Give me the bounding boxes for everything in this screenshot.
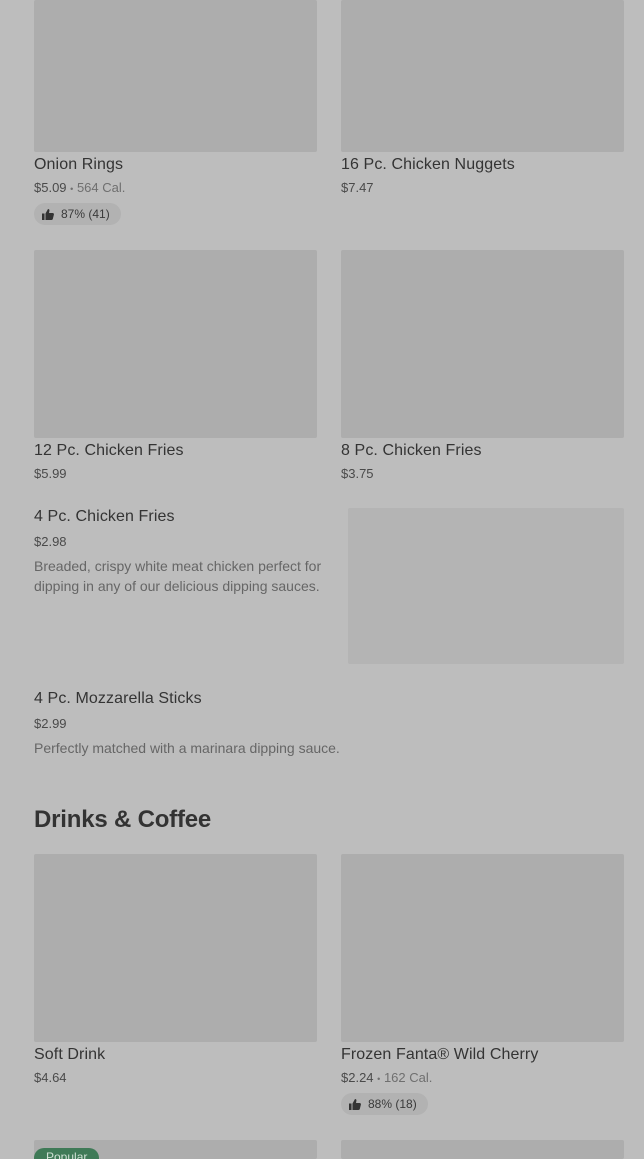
item-price: $3.75 bbox=[341, 466, 374, 481]
item-image-4pc-chicken-fries[interactable] bbox=[348, 508, 624, 664]
item-price-line: $5.09 • 564 Cal. bbox=[34, 180, 125, 195]
item-description: Breaded, crispy white meat chicken perfe… bbox=[34, 558, 322, 594]
rating-badge: 88% (18) bbox=[341, 1093, 428, 1115]
item-description: Perfectly matched with a marinara dippin… bbox=[34, 740, 340, 756]
rating-text: 87% (41) bbox=[61, 207, 110, 221]
item-price-line: $2.24 • 162 Cal. bbox=[341, 1070, 432, 1085]
item-price: $4.64 bbox=[34, 1070, 67, 1085]
item-price: $2.24 bbox=[341, 1070, 374, 1085]
item-image-onion-rings[interactable] bbox=[34, 0, 317, 152]
item-image-12pc-chicken-fries[interactable] bbox=[34, 250, 317, 438]
thumbs-up-icon bbox=[42, 208, 54, 220]
item-image-chicken-nuggets[interactable] bbox=[341, 0, 624, 152]
thumbs-up-icon bbox=[349, 1098, 361, 1110]
separator: • bbox=[70, 184, 74, 194]
rating-text: 88% (18) bbox=[368, 1097, 417, 1111]
item-title[interactable]: 8 Pc. Chicken Fries bbox=[341, 442, 482, 460]
item-price: $5.99 bbox=[34, 466, 67, 481]
item-image-next-right[interactable] bbox=[341, 1140, 624, 1159]
item-title[interactable]: 12 Pc. Chicken Fries bbox=[34, 442, 184, 460]
item-title[interactable]: Soft Drink bbox=[34, 1046, 105, 1064]
item-calories: 162 Cal. bbox=[383, 1070, 433, 1085]
item-image-frozen-fanta[interactable] bbox=[341, 854, 624, 1042]
item-price: $2.98 bbox=[34, 534, 67, 549]
item-price: $7.47 bbox=[341, 180, 374, 195]
item-title[interactable]: 4 Pc. Mozzarella Sticks bbox=[34, 690, 202, 708]
item-title[interactable]: 4 Pc. Chicken Fries bbox=[34, 508, 175, 526]
item-price: $2.99 bbox=[34, 716, 67, 731]
item-title[interactable]: Onion Rings bbox=[34, 156, 123, 174]
popular-badge: Popular bbox=[34, 1148, 100, 1159]
item-title[interactable]: Frozen Fanta® Wild Cherry bbox=[341, 1046, 538, 1064]
separator: • bbox=[377, 1074, 381, 1084]
item-image-soft-drink[interactable] bbox=[34, 854, 317, 1042]
item-price: $5.09 bbox=[34, 180, 67, 195]
rating-badge: 87% (41) bbox=[34, 203, 121, 225]
section-title-drinks: Drinks & Coffee bbox=[34, 806, 212, 833]
item-calories: 564 Cal. bbox=[76, 180, 126, 195]
item-title[interactable]: 16 Pc. Chicken Nuggets bbox=[341, 156, 515, 174]
item-image-8pc-chicken-fries[interactable] bbox=[341, 250, 624, 438]
